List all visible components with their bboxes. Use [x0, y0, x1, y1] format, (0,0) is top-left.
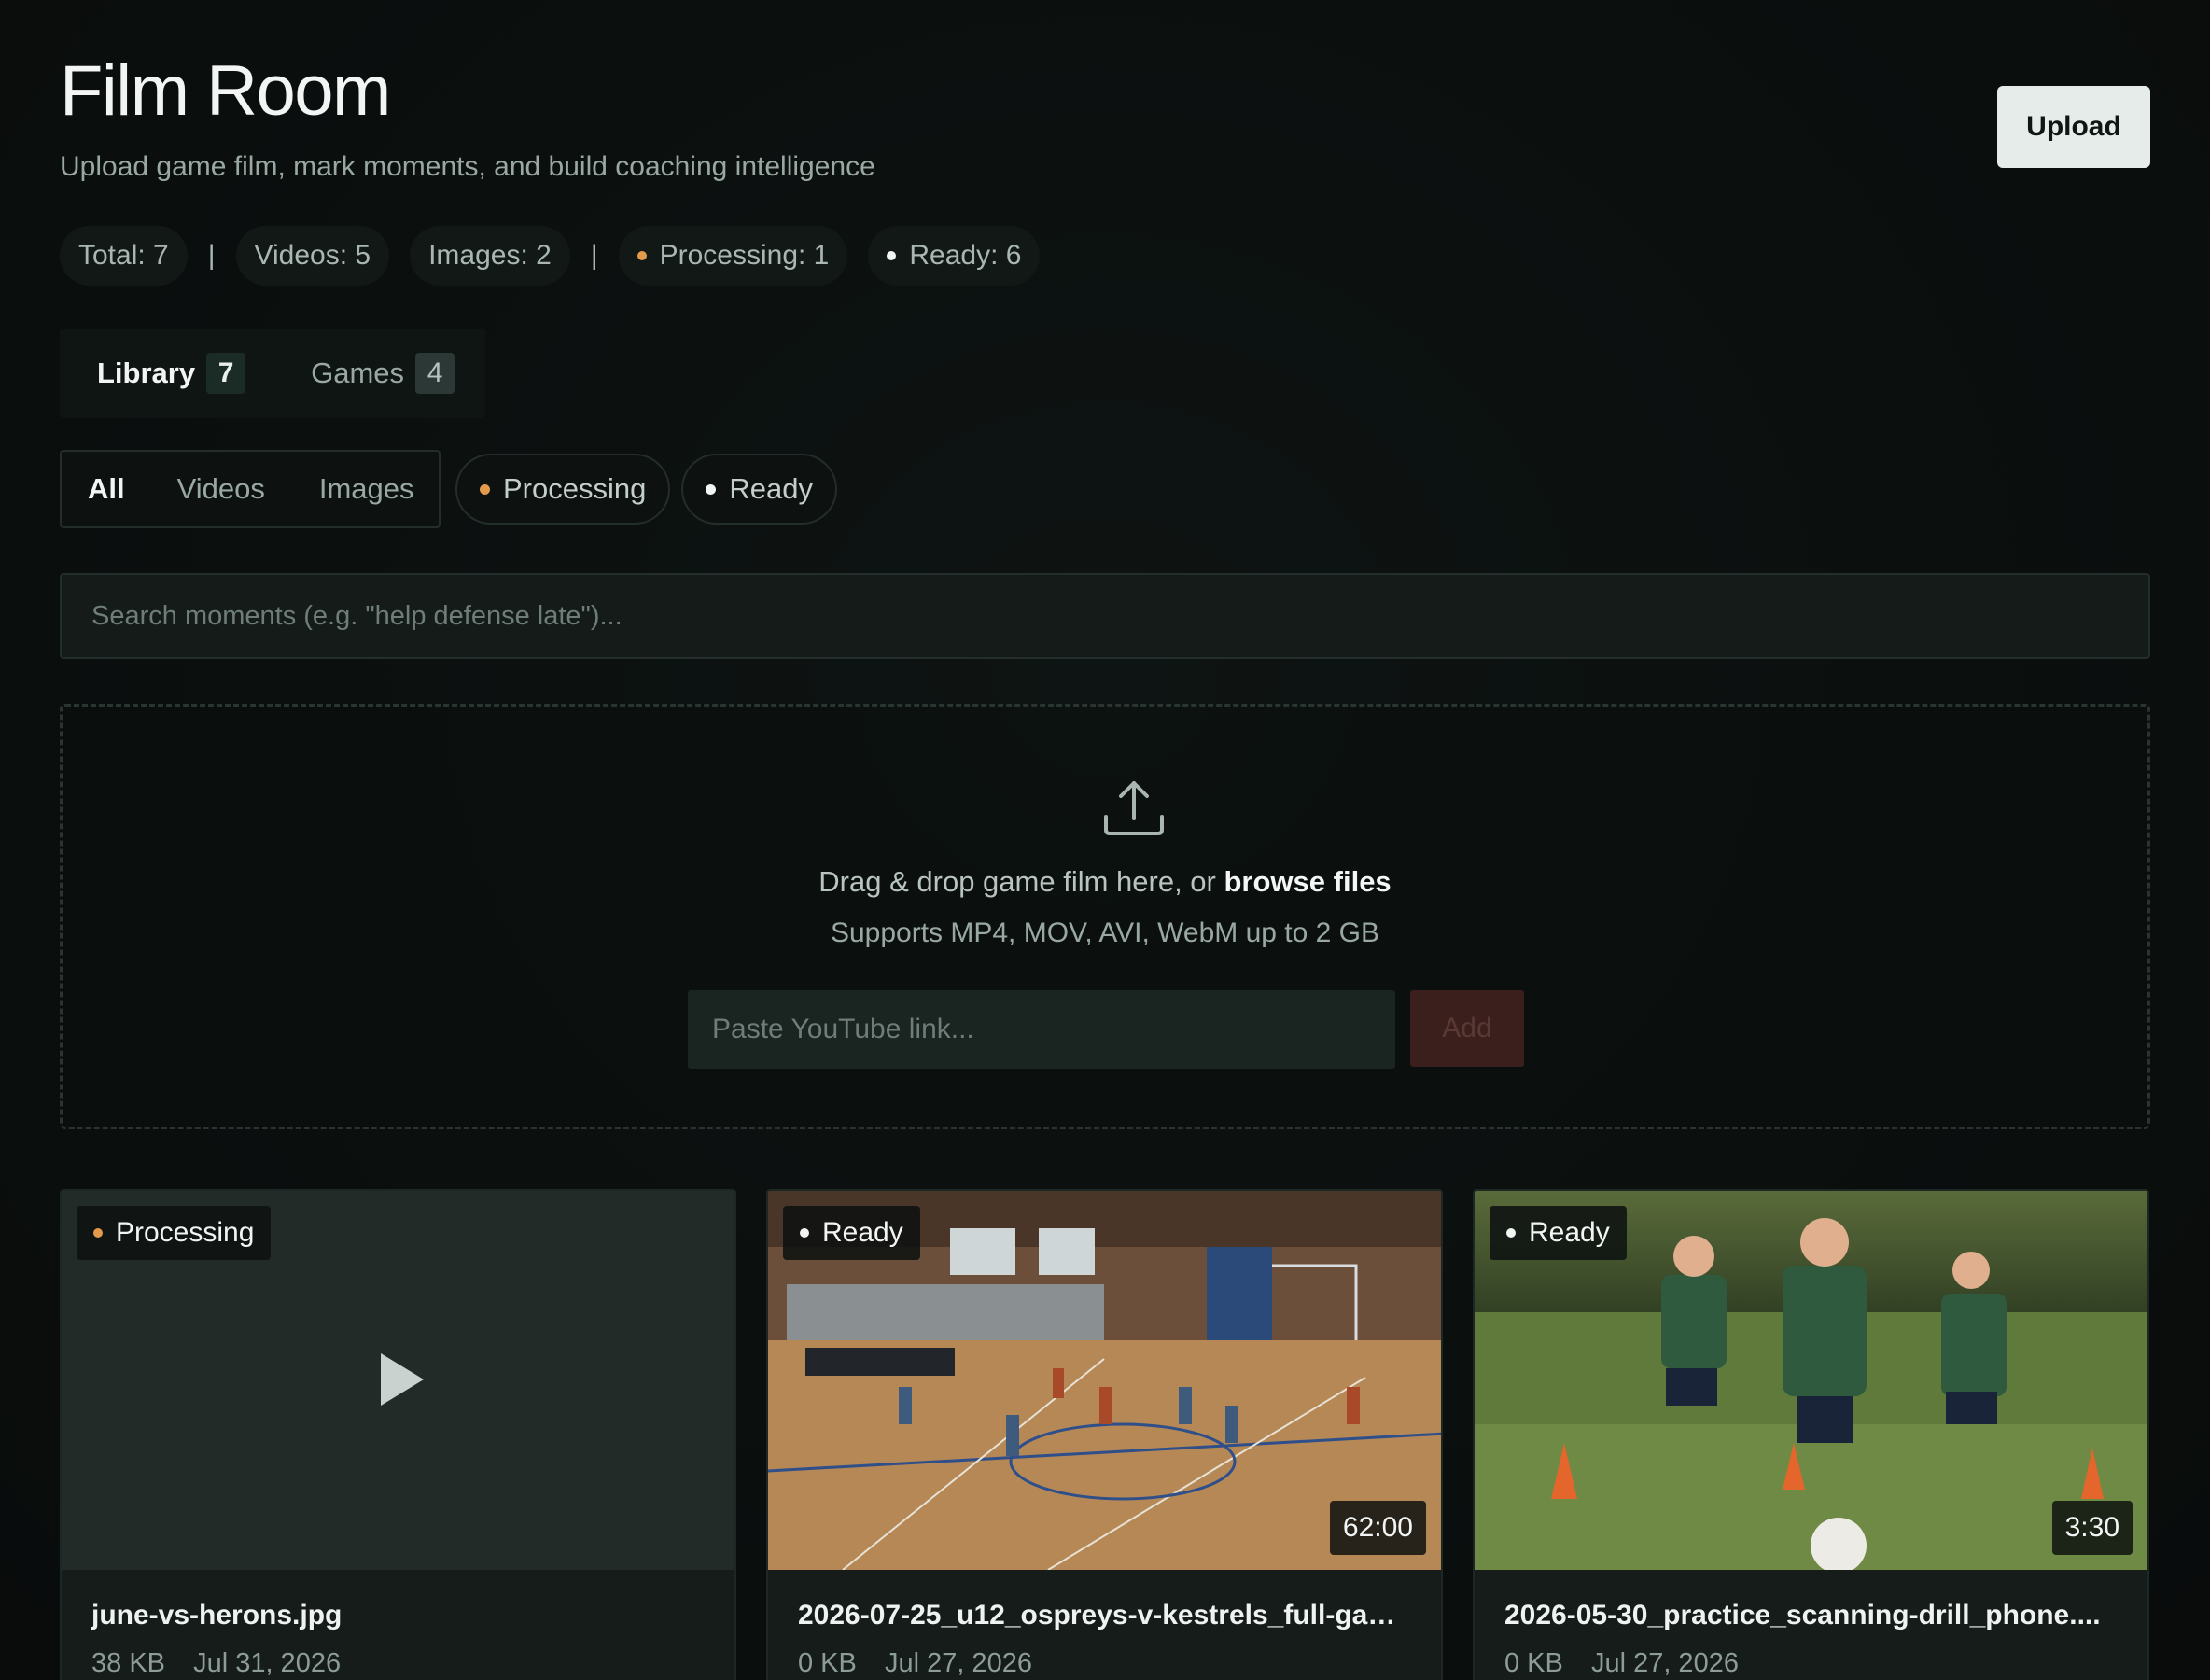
tab-library[interactable]: Library 7 [97, 353, 246, 394]
card-filename: june-vs-herons.jpg [91, 1600, 343, 1631]
stat-ready: Ready: 6 [868, 226, 1041, 286]
page-header: Film Room Upload game film, mark moments… [60, 56, 2150, 196]
dropzone-text: Drag & drop game film here, or [818, 865, 1216, 898]
ready-dot-icon [1506, 1228, 1516, 1238]
filter-bar: All Videos Images Processing Ready [60, 450, 837, 528]
tab-library-count: 7 [206, 353, 246, 394]
status-badge: Ready [783, 1206, 920, 1260]
media-grid: Processing june-vs-herons.jpg 38 KB Jul … [60, 1189, 2150, 1680]
duration-badge: 3:30 [2051, 1501, 2133, 1555]
stat-ready-text: Ready: 6 [909, 240, 1022, 271]
card-details: 0 KB Jul 27, 2026 [1504, 1648, 2118, 1679]
card-details: 38 KB Jul 31, 2026 [91, 1648, 705, 1679]
filter-processing-label: Processing [503, 472, 647, 505]
page-subtitle: Upload game film, mark moments, and buil… [60, 151, 875, 182]
card-date: Jul 27, 2026 [884, 1648, 1032, 1678]
stat-images: Images: 2 [410, 226, 570, 286]
card-details: 0 KB Jul 27, 2026 [798, 1648, 1411, 1679]
status-badge-label: Ready [822, 1217, 903, 1248]
search-input[interactable] [60, 573, 2150, 659]
filter-ready-label: Ready [729, 472, 813, 505]
tab-games[interactable]: Games 4 [311, 353, 455, 394]
upload-dropzone[interactable]: Drag & drop game film here, or browse fi… [60, 704, 2150, 1129]
ready-dot-icon [887, 251, 897, 260]
card-meta: june-vs-herons.jpg 38 KB Jul 31, 2026 [62, 1570, 734, 1679]
processing-dot-icon [480, 483, 490, 495]
card-thumbnail[interactable]: Ready 62:00 [768, 1191, 1441, 1570]
film-room-page: Film Room Upload game film, mark moments… [0, 0, 2210, 1680]
filter-videos[interactable]: Videos [177, 472, 265, 506]
filter-all[interactable]: All [88, 472, 125, 506]
ready-dot-icon [800, 1228, 809, 1238]
stat-videos: Videos: 5 [235, 226, 390, 286]
dropzone-supports: Supports MP4, MOV, AVI, WebM up to 2 GB [830, 917, 1380, 948]
status-badge: Processing [77, 1206, 272, 1260]
card-date: Jul 31, 2026 [193, 1648, 342, 1678]
status-badge: Ready [1490, 1206, 1627, 1260]
card-meta: 2026-05-30_practice_scanning-drill_phone… [1475, 1570, 2147, 1679]
filter-images[interactable]: Images [319, 472, 414, 506]
duration-badge: 62:00 [1329, 1501, 1426, 1555]
stat-videos-text: Videos: 5 [254, 240, 371, 271]
status-badge-label: Ready [1529, 1217, 1610, 1248]
page-title: Film Room [60, 51, 391, 131]
stat-total-text: Total: 7 [78, 240, 169, 271]
media-card[interactable]: Ready 62:00 2026-07-25_u12_ospreys-v-kes… [766, 1189, 1443, 1680]
stat-separator: | [590, 240, 598, 271]
processing-dot-icon [636, 251, 647, 260]
stat-processing-text: Processing: 1 [659, 240, 830, 271]
media-card[interactable]: Ready 3:30 2026-05-30_practice_scanning-… [1473, 1189, 2149, 1680]
card-filename: 2026-05-30_practice_scanning-drill_phone… [1504, 1600, 2101, 1631]
media-card[interactable]: Processing june-vs-herons.jpg 38 KB Jul … [60, 1189, 736, 1680]
browse-files-link[interactable]: browse files [1224, 865, 1392, 898]
filter-ready[interactable]: Ready [681, 454, 837, 525]
view-tabs: Library 7 Games 4 [60, 329, 485, 418]
stat-processing: Processing: 1 [618, 226, 848, 286]
youtube-link-input[interactable] [688, 990, 1395, 1069]
upload-button[interactable]: Upload [1997, 86, 2150, 168]
processing-dot-icon [93, 1228, 103, 1238]
tab-games-count: 4 [415, 353, 455, 394]
card-date: Jul 27, 2026 [1590, 1648, 1739, 1678]
card-filename: 2026-07-25_u12_ospreys-v-kestrels_full-g… [798, 1600, 1411, 1631]
card-size: 0 KB [1504, 1648, 1563, 1678]
type-filter-group: All Videos Images [60, 450, 441, 528]
filter-processing[interactable]: Processing [455, 454, 671, 525]
tab-games-label: Games [311, 357, 405, 389]
card-meta: 2026-07-25_u12_ospreys-v-kestrels_full-g… [768, 1570, 1441, 1679]
tab-library-label: Library [97, 357, 196, 389]
play-icon[interactable] [381, 1353, 424, 1406]
dropzone-instructions: Drag & drop game film here, or browse fi… [63, 865, 2147, 899]
stat-total: Total: 7 [60, 226, 188, 286]
ready-dot-icon [706, 483, 717, 495]
card-thumbnail[interactable]: Processing [62, 1191, 734, 1570]
card-size: 38 KB [91, 1648, 165, 1678]
upload-icon [1104, 781, 1164, 835]
stats-bar: Total: 7 | Videos: 5 Images: 2 | Process… [60, 226, 1060, 286]
card-size: 0 KB [798, 1648, 857, 1678]
status-badge-label: Processing [116, 1217, 255, 1248]
stat-separator: | [207, 240, 216, 271]
stat-images-text: Images: 2 [428, 240, 552, 271]
add-youtube-button[interactable]: Add [1410, 990, 1524, 1067]
card-thumbnail[interactable]: Ready 3:30 [1475, 1191, 2147, 1570]
